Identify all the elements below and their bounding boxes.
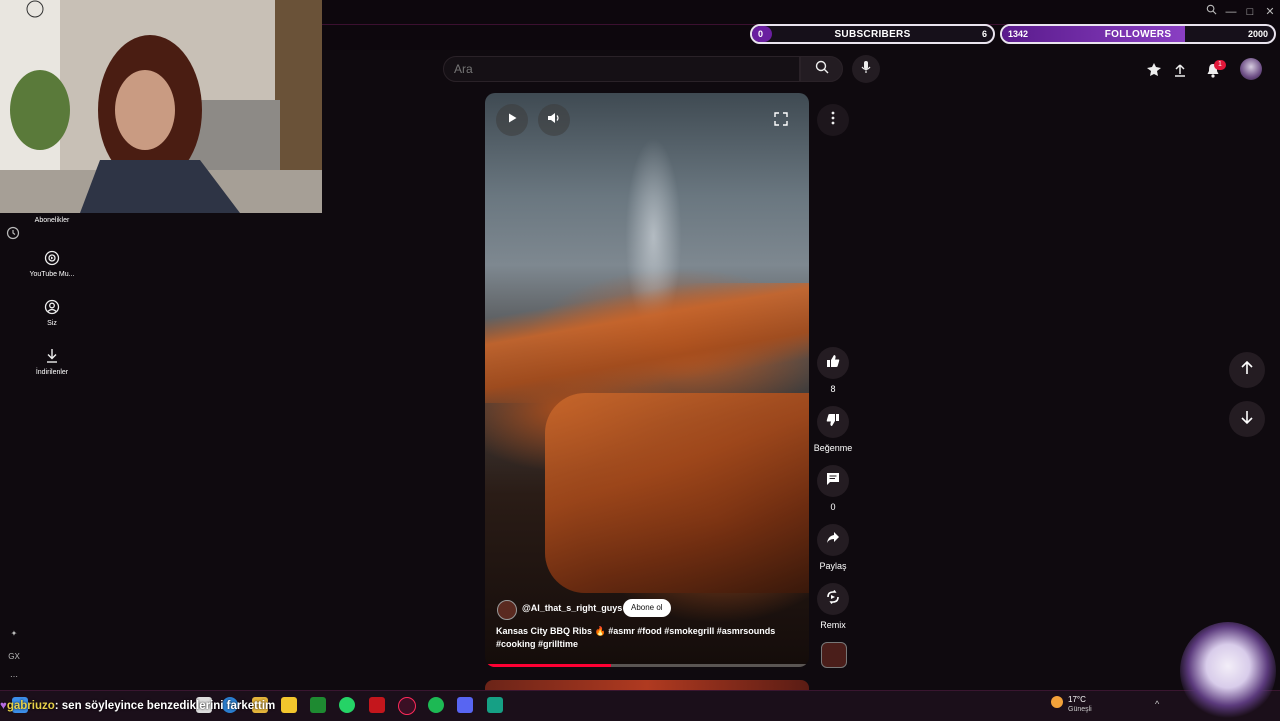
followers-goal-bar: 1342 FOLLOWERS 2000 [1000, 24, 1276, 44]
video-progress-bar[interactable] [485, 664, 809, 667]
next-short-button[interactable] [1229, 401, 1265, 437]
close-icon[interactable]: ✕ [1262, 4, 1278, 20]
subscribers-label: SUBSCRIBERS [834, 28, 911, 40]
subscribe-button[interactable]: Abone ol [623, 599, 671, 617]
webcam-overlay [0, 0, 322, 213]
search-input[interactable] [444, 57, 784, 81]
sidebar-item-label: İndirilenler [35, 369, 69, 376]
sound-thumbnail[interactable] [821, 642, 847, 668]
tools-icon[interactable]: ✦ [6, 629, 22, 638]
play-button[interactable] [496, 104, 528, 136]
share-label: Paylaş [819, 561, 847, 571]
sidebar-item-youtube-music[interactable]: YouTube Mu... [28, 250, 76, 278]
short-video-player[interactable]: @AI_that_s_right_guys Abone ol Kansas Ci… [485, 93, 809, 667]
sidebar-item-label: YouTube Mu... [29, 271, 75, 278]
sidebar-item-downloads[interactable]: İndirilenler [28, 348, 76, 376]
download-icon [28, 348, 76, 366]
fullscreen-icon[interactable] [774, 112, 788, 131]
search-icon [815, 60, 829, 79]
sidebar-item-you[interactable]: Siz [28, 299, 76, 327]
chat-overlay-message: ♥gabriuzo: sen söyleyince benzediklerini… [0, 700, 275, 712]
play-icon [506, 111, 518, 129]
you-icon [28, 299, 76, 317]
channel-avatar[interactable] [497, 600, 517, 620]
like-button[interactable] [817, 347, 849, 379]
weather-icon[interactable] [1049, 694, 1065, 715]
video-progress-fill [485, 664, 612, 667]
avatar[interactable] [1240, 58, 1262, 80]
search-icon[interactable] [1203, 4, 1219, 20]
more-icon[interactable]: ⋯ [6, 672, 22, 681]
discord-icon[interactable] [457, 697, 473, 713]
remix-button[interactable] [817, 583, 849, 615]
youtube-music-icon [28, 250, 76, 268]
remix-icon [826, 589, 840, 609]
like-action[interactable]: 8 [817, 347, 849, 394]
mic-icon [860, 60, 872, 79]
arrow-up-icon [1240, 360, 1254, 380]
app-icon[interactable] [487, 697, 503, 713]
more-options-button[interactable] [817, 104, 849, 136]
channel-name[interactable]: @AI_that_s_right_guys [522, 603, 622, 613]
sidebar-item-label: Abonelikler [34, 217, 70, 224]
share-icon [826, 531, 840, 550]
subscribers-current: 0 [758, 29, 764, 39]
short-caption[interactable]: Kansas City BBQ Ribs 🔥 #asmr #food #smok… [496, 625, 786, 651]
volume-button[interactable] [538, 104, 570, 136]
followers-current: 1342 [1008, 29, 1029, 39]
xbox-icon[interactable] [310, 697, 326, 713]
followers-goal: 2000 [1247, 29, 1268, 39]
dislike-button[interactable] [817, 406, 849, 438]
search-box[interactable] [443, 56, 800, 82]
like-count: 8 [830, 384, 836, 394]
subscribers-goal: 6 [981, 29, 987, 39]
remix-label: Remix [820, 620, 846, 630]
share-button[interactable] [817, 524, 849, 556]
gx-label: GX [8, 652, 20, 661]
netflix-icon[interactable] [369, 697, 385, 713]
heart-icon: ♥ [0, 700, 7, 712]
thumbs-up-icon [826, 354, 840, 373]
comment-count: 0 [830, 502, 836, 512]
maximize-icon[interactable]: □ [1242, 4, 1258, 20]
sidebar-item-subscriptions[interactable]: Abonelikler [28, 217, 76, 224]
weather-description: Güneşli [1068, 706, 1092, 713]
notification-badge: 1 [1214, 60, 1226, 70]
remix-action[interactable]: Remix [817, 583, 849, 630]
spotify-icon[interactable] [428, 697, 444, 713]
chat-text: : sen söyleyince benzediklerini farketti… [54, 700, 276, 712]
minimize-icon[interactable]: — [1223, 4, 1239, 20]
dislike-action[interactable]: Beğenme [814, 406, 852, 453]
whatsapp-icon[interactable] [339, 697, 355, 713]
opera-gx-icon[interactable] [398, 697, 416, 715]
thumbs-down-icon [826, 413, 840, 432]
search-button[interactable] [800, 56, 843, 82]
dislike-label: Beğenme [813, 443, 853, 453]
share-action[interactable]: Paylaş [817, 524, 849, 571]
previous-short-button[interactable] [1229, 352, 1265, 388]
arrow-down-icon [1240, 410, 1254, 429]
create-icon[interactable] [1144, 60, 1164, 80]
volume-icon [547, 111, 561, 129]
history-icon[interactable] [6, 226, 20, 245]
video-frame-ribs-bottom [545, 393, 809, 593]
comment-icon [826, 472, 840, 491]
comments-action[interactable]: 0 [817, 465, 849, 512]
upload-icon[interactable] [1170, 60, 1190, 80]
sticky-notes-icon[interactable] [281, 697, 297, 713]
followers-label: FOLLOWERS [1104, 28, 1172, 40]
video-frame-ribs-top [485, 283, 809, 403]
more-vert-icon [831, 111, 835, 130]
chevron-up-icon[interactable]: ^ [1155, 699, 1159, 709]
subscribers-goal-bar: 0 SUBSCRIBERS 6 [750, 24, 995, 44]
comments-button[interactable] [817, 465, 849, 497]
sidebar-item-label: Siz [47, 320, 57, 327]
channel-mascot-logo [1180, 622, 1276, 720]
voice-search-button[interactable] [852, 55, 880, 83]
weather-temperature: 17°C [1068, 695, 1086, 704]
chat-username: gabriuzo [6, 700, 55, 712]
